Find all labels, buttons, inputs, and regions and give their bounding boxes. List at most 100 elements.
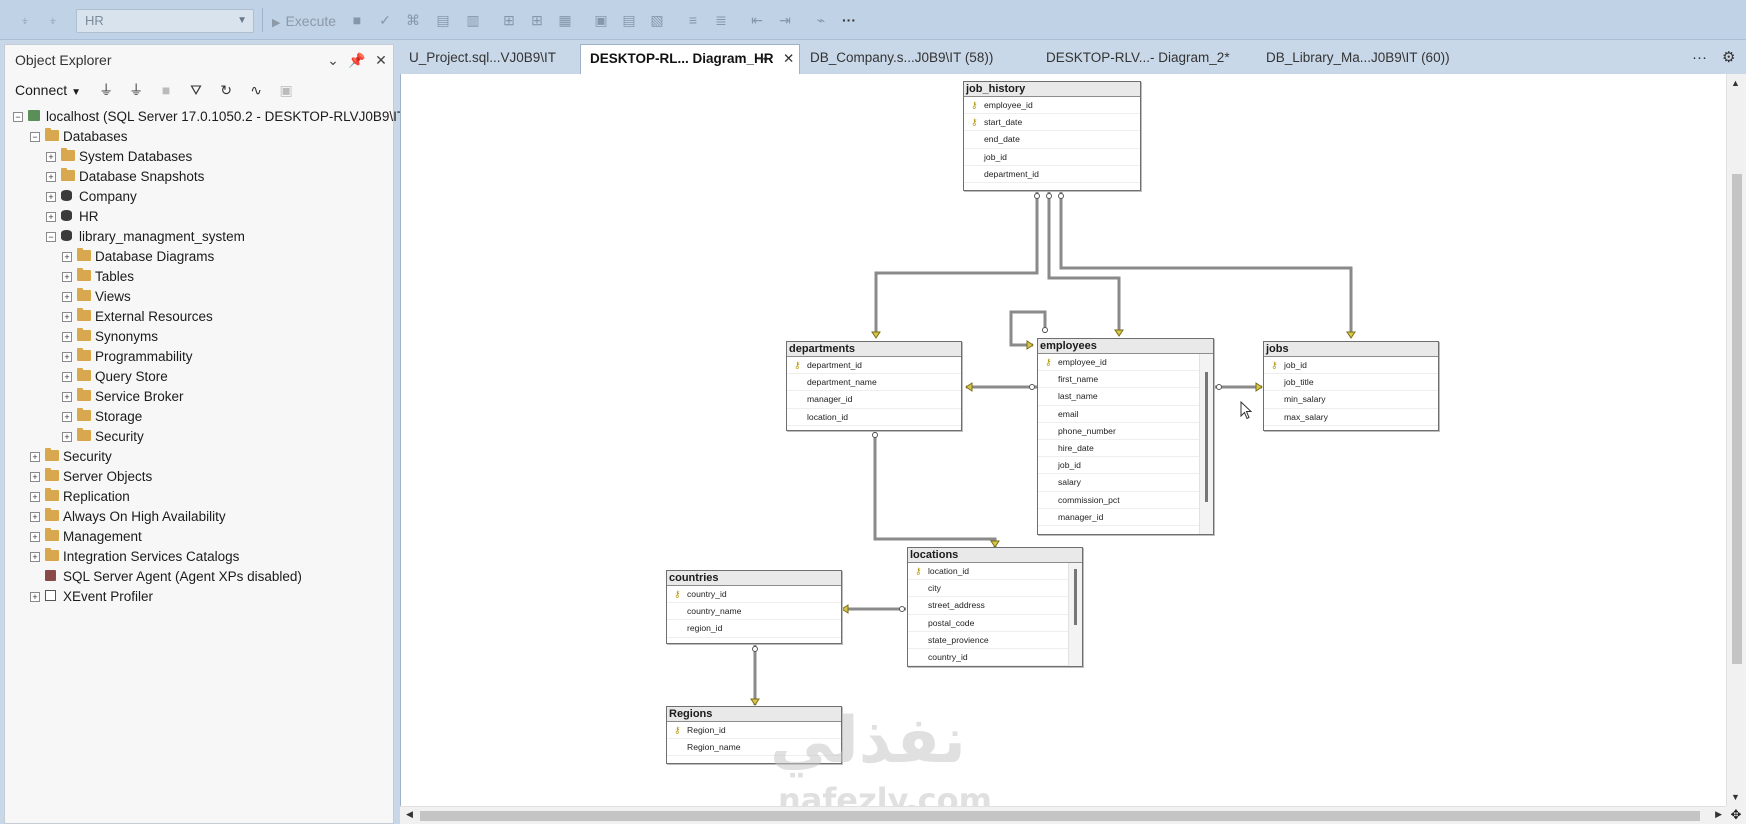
column-row[interactable]: department_id <box>964 166 1140 183</box>
column-row[interactable]: department_name <box>787 374 961 392</box>
tree-node[interactable]: + Always On High Availability <box>5 507 393 527</box>
expand-icon[interactable]: + <box>30 512 40 522</box>
estimated-plan-icon[interactable]: ⊞ <box>500 11 518 29</box>
vertical-scroll-thumb[interactable] <box>1732 174 1742 664</box>
indent-icon[interactable]: ⇥ <box>776 11 794 29</box>
disconnect-icon[interactable]: ⍖ <box>44 11 62 29</box>
tree-node[interactable]: + Company <box>5 187 393 207</box>
expand-icon[interactable]: + <box>30 472 40 482</box>
column-row[interactable]: salary <box>1038 474 1213 492</box>
close-icon[interactable]: ✕ <box>369 52 393 69</box>
table-scrollbar[interactable] <box>1199 354 1213 534</box>
column-row[interactable]: hire_date <box>1038 440 1213 458</box>
tree-node[interactable]: − localhost (SQL Server 17.0.1050.2 - DES… <box>5 107 410 127</box>
tree-node[interactable]: + Synonyms <box>5 327 393 347</box>
tree-node[interactable]: + External Resources <box>5 307 393 327</box>
column-row[interactable]: region_id <box>667 620 841 638</box>
pin-icon[interactable]: ⊸ <box>757 45 768 73</box>
tree-node[interactable]: + Replication <box>5 487 393 507</box>
tab-db-company[interactable]: DB_Company.s...J0B9\IT (58)) <box>801 44 1021 74</box>
column-row[interactable]: end_date <box>964 131 1140 149</box>
expand-icon[interactable]: + <box>30 552 40 562</box>
tab-diagram-2[interactable]: DESKTOP-RLV...- Diagram_2* <box>1037 44 1257 74</box>
scroll-down-icon[interactable]: ▼ <box>1731 792 1740 802</box>
collapse-icon[interactable]: − <box>30 132 40 142</box>
column-row[interactable]: ⚷ employee_id <box>964 97 1140 115</box>
expand-icon[interactable]: + <box>62 352 72 362</box>
expand-icon[interactable]: + <box>62 332 72 342</box>
table-jobs[interactable]: jobs ⚷ job_id job_title min_salary max_sa… <box>1263 341 1439 431</box>
tab-db-library[interactable]: DB_Library_Ma...J0B9\IT (60)) <box>1257 44 1487 74</box>
table-departments[interactable]: departments ⚷ department_id department_na… <box>786 341 962 431</box>
expand-icon[interactable]: + <box>46 212 56 222</box>
expand-icon[interactable]: + <box>30 492 40 502</box>
tree-node[interactable]: + Server Objects <box>5 467 393 487</box>
column-row[interactable]: ⚷ start_date <box>964 114 1140 132</box>
navigator-icon[interactable]: ✥ <box>1726 806 1746 824</box>
tree-node[interactable]: − Databases <box>5 127 393 147</box>
expand-icon[interactable]: + <box>62 292 72 302</box>
column-row[interactable]: job_id <box>1038 457 1213 475</box>
tree-node[interactable]: + Database Snapshots <box>5 167 393 187</box>
horizontal-scroll-thumb[interactable] <box>420 811 1700 821</box>
column-row[interactable]: job_id <box>964 149 1140 166</box>
tab-diagram-hr[interactable]: DESKTOP-RL... Diagram_HR ⊸ ✕ <box>580 44 800 74</box>
column-row[interactable]: city <box>908 580 1082 598</box>
expand-icon[interactable]: + <box>30 532 40 542</box>
tree-node[interactable]: + Views <box>5 287 393 307</box>
expand-icon[interactable]: + <box>62 312 72 322</box>
activity-monitor-icon[interactable]: ∿ <box>245 82 267 99</box>
expand-icon[interactable]: + <box>62 372 72 382</box>
table-employees[interactable]: employees ⚷ employee_id first_name last_n… <box>1037 338 1214 535</box>
tree-node[interactable]: − library_managment_system <box>5 227 393 247</box>
chevron-down-icon[interactable]: ⌄ <box>321 52 345 69</box>
tab-overflow-icon[interactable]: ··· <box>1692 44 1707 72</box>
horizontal-scrollbar[interactable]: ◀ ▶ <box>400 806 1726 824</box>
column-row[interactable]: country_id <box>908 649 1082 667</box>
summary-icon[interactable]: ▣ <box>275 82 297 99</box>
column-row[interactable]: ⚷ country_id <box>667 586 841 604</box>
specify-values-icon[interactable]: ⌁ <box>812 11 830 29</box>
tree-node[interactable]: + System Databases <box>5 147 393 167</box>
tree-node[interactable]: + Management <box>5 527 393 547</box>
table-job-history[interactable]: job_history ⚷ employee_id ⚷ start_date end… <box>963 81 1141 191</box>
close-icon[interactable]: ✕ <box>783 45 794 73</box>
vertical-scrollbar[interactable]: ▲ ▼ <box>1726 74 1746 806</box>
parse-icon[interactable]: ✓ <box>376 11 394 29</box>
results-to-file-icon[interactable]: ▥ <box>464 11 482 29</box>
column-row[interactable]: first_name <box>1038 371 1213 389</box>
plug-icon[interactable]: ⏚ <box>95 80 117 100</box>
gear-icon[interactable]: ⚙ <box>1722 44 1735 72</box>
expand-icon[interactable]: + <box>46 192 56 202</box>
expand-icon[interactable]: + <box>62 392 72 402</box>
tree-node[interactable]: + Security <box>5 447 393 467</box>
table-scrollbar[interactable] <box>1068 563 1082 666</box>
column-row[interactable]: max_salary <box>1264 409 1438 426</box>
tree-node[interactable]: + Integration Services Catalogs <box>5 547 393 567</box>
more-options-icon[interactable]: ··· <box>840 11 858 29</box>
column-row[interactable]: manager_id <box>1038 509 1213 526</box>
connect-icon[interactable]: ⍖ <box>16 11 34 29</box>
column-row[interactable]: commission_pct <box>1038 492 1213 509</box>
tree-node[interactable]: + Database Diagrams <box>5 247 393 267</box>
column-row[interactable]: phone_number <box>1038 423 1213 440</box>
table-countries[interactable]: countries ⚷ country_id country_name regio… <box>666 570 842 644</box>
column-row[interactable]: postal_code <box>908 615 1082 632</box>
results-file-icon[interactable]: ▧ <box>648 11 666 29</box>
query-options-icon[interactable]: ⌘ <box>404 11 422 29</box>
results-to-text-icon[interactable]: ▤ <box>434 11 452 29</box>
column-row[interactable]: ⚷ location_id <box>908 563 1082 581</box>
column-row[interactable]: ⚷ employee_id <box>1038 354 1213 372</box>
expand-icon[interactable]: + <box>62 432 72 442</box>
column-row[interactable]: street_address <box>908 597 1082 615</box>
uncomment-icon[interactable]: ≣ <box>712 11 730 29</box>
refresh-icon[interactable]: ↻ <box>215 82 237 99</box>
tree-node[interactable]: SQL Server Agent (Agent XPs disabled) <box>5 567 393 587</box>
column-row[interactable]: email <box>1038 406 1213 423</box>
expand-icon[interactable]: + <box>62 252 72 262</box>
expand-icon[interactable]: + <box>62 272 72 282</box>
column-row[interactable]: country_name <box>667 603 841 621</box>
expand-icon[interactable]: + <box>62 412 72 422</box>
stop-icon[interactable]: ■ <box>348 11 366 29</box>
tree-node[interactable]: + Service Broker <box>5 387 393 407</box>
